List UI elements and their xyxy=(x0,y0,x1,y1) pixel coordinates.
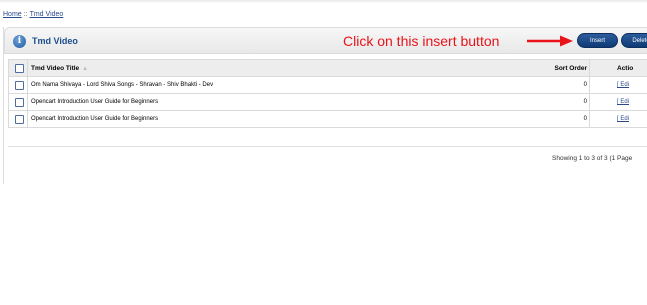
pagination-divider xyxy=(8,146,647,147)
breadcrumb-separator: :: xyxy=(23,11,28,18)
breadcrumb-home-link[interactable]: Home xyxy=(3,11,22,18)
column-divider xyxy=(27,60,28,77)
column-divider xyxy=(589,111,590,128)
video-list-table: Tmd Video Title ▲ Sort Order Actio Om Nam… xyxy=(8,59,647,128)
column-divider xyxy=(589,94,590,111)
row-sort-order: 0 xyxy=(583,116,587,122)
column-divider xyxy=(27,111,28,128)
row-action: [ Edi xyxy=(617,77,629,94)
breadcrumb: Home:: Tmd Video xyxy=(3,11,63,18)
row-title: Opencart Introduction User Guide for Beg… xyxy=(31,116,159,122)
row-checkbox[interactable] xyxy=(15,81,24,90)
row-action: [ Edi xyxy=(617,111,629,128)
table-row: Opencart Introduction User Guide for Beg… xyxy=(9,94,647,111)
breadcrumb-current-link[interactable]: Tmd Video xyxy=(30,11,64,18)
pagination-results: Showing 1 to 3 of 3 (1 Page xyxy=(552,155,633,162)
edit-link[interactable]: [ Edi xyxy=(617,116,629,122)
insert-button[interactable]: Insert xyxy=(577,33,618,48)
sort-ascending-icon: ▲ xyxy=(82,66,89,72)
column-divider xyxy=(589,60,590,77)
column-header-title[interactable]: Tmd Video Title ▲ xyxy=(31,60,88,78)
row-title: Opencart Introduction User Guide for Beg… xyxy=(31,99,159,105)
column-header-sort-order[interactable]: Sort Order xyxy=(459,60,587,77)
column-header-title-label: Tmd Video Title xyxy=(31,65,80,72)
row-sort-order: 0 xyxy=(583,82,587,88)
row-title: Om Nama Shivaya - Lord Shiva Songs - Shr… xyxy=(31,82,214,88)
edit-link[interactable]: [ Edi xyxy=(617,82,629,88)
table-row: Opencart Introduction User Guide for Beg… xyxy=(9,111,647,128)
page-title: Tmd Video xyxy=(32,36,78,46)
column-header-action: Actio xyxy=(617,65,634,72)
annotation-arrow-icon xyxy=(527,35,573,47)
edit-link[interactable]: [ Edi xyxy=(617,99,629,105)
select-all-checkbox[interactable] xyxy=(15,64,24,73)
column-divider xyxy=(589,77,590,94)
table-row: Om Nama Shivaya - Lord Shiva Songs - Shr… xyxy=(9,77,647,94)
top-rule xyxy=(0,0,647,3)
row-action: [ Edi xyxy=(617,94,629,111)
column-divider xyxy=(27,77,28,94)
info-icon: i xyxy=(13,35,26,48)
table-header-row: Tmd Video Title ▲ Sort Order Actio xyxy=(9,60,647,77)
row-checkbox[interactable] xyxy=(15,98,24,107)
row-checkbox[interactable] xyxy=(15,115,24,124)
row-sort-order: 0 xyxy=(583,99,587,105)
column-divider xyxy=(27,94,28,111)
delete-button[interactable]: Delete xyxy=(621,33,647,48)
annotation-text: Click on this insert button xyxy=(343,33,500,49)
